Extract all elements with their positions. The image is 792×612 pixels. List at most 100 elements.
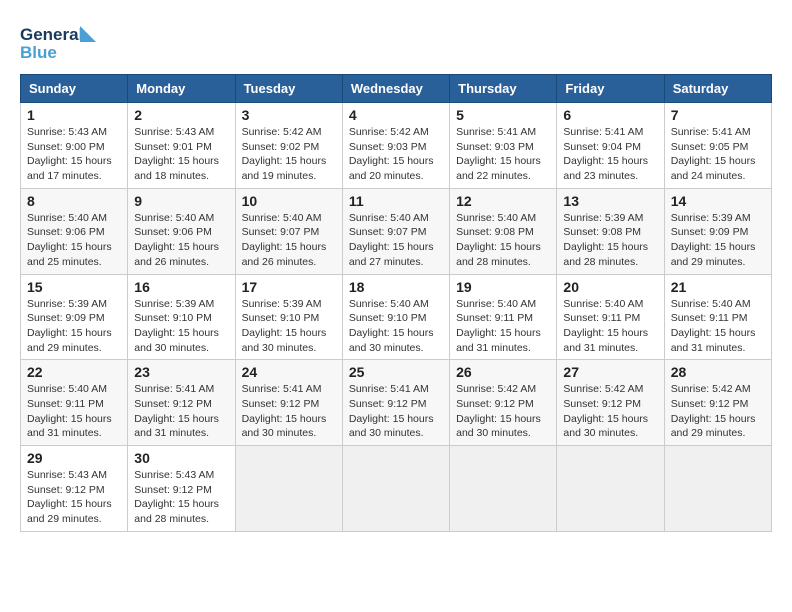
day-number: 7 [671,107,765,123]
day-info: Sunrise: 5:40 AMSunset: 9:11 PMDaylight:… [456,297,550,356]
day-number: 27 [563,364,657,380]
day-info: Sunrise: 5:39 AMSunset: 9:10 PMDaylight:… [134,297,228,356]
calendar-cell: 14 Sunrise: 5:39 AMSunset: 9:09 PMDayligh… [664,188,771,274]
day-info: Sunrise: 5:40 AMSunset: 9:11 PMDaylight:… [563,297,657,356]
calendar-week-row: 15 Sunrise: 5:39 AMSunset: 9:09 PMDayligh… [21,274,772,360]
calendar-cell [342,446,449,532]
calendar-week-row: 29 Sunrise: 5:43 AMSunset: 9:12 PMDayligh… [21,446,772,532]
day-info: Sunrise: 5:41 AMSunset: 9:12 PMDaylight:… [134,382,228,441]
day-number: 5 [456,107,550,123]
day-number: 1 [27,107,121,123]
weekday-header-tuesday: Tuesday [235,75,342,103]
calendar-cell: 7 Sunrise: 5:41 AMSunset: 9:05 PMDaylight… [664,103,771,189]
calendar-week-row: 8 Sunrise: 5:40 AMSunset: 9:06 PMDaylight… [21,188,772,274]
weekday-header-sunday: Sunday [21,75,128,103]
day-info: Sunrise: 5:41 AMSunset: 9:05 PMDaylight:… [671,125,765,184]
day-number: 29 [27,450,121,466]
day-info: Sunrise: 5:41 AMSunset: 9:12 PMDaylight:… [242,382,336,441]
day-number: 11 [349,193,443,209]
day-info: Sunrise: 5:41 AMSunset: 9:03 PMDaylight:… [456,125,550,184]
calendar-cell [557,446,664,532]
day-info: Sunrise: 5:43 AMSunset: 9:12 PMDaylight:… [27,468,121,527]
calendar-cell: 30 Sunrise: 5:43 AMSunset: 9:12 PMDayligh… [128,446,235,532]
weekday-header-saturday: Saturday [664,75,771,103]
calendar-cell: 11 Sunrise: 5:40 AMSunset: 9:07 PMDayligh… [342,188,449,274]
calendar-cell: 22 Sunrise: 5:40 AMSunset: 9:11 PMDayligh… [21,360,128,446]
day-number: 15 [27,279,121,295]
calendar-cell: 8 Sunrise: 5:40 AMSunset: 9:06 PMDaylight… [21,188,128,274]
svg-text:Blue: Blue [20,43,57,62]
day-info: Sunrise: 5:39 AMSunset: 9:09 PMDaylight:… [671,211,765,270]
weekday-header-thursday: Thursday [450,75,557,103]
calendar-cell: 12 Sunrise: 5:40 AMSunset: 9:08 PMDayligh… [450,188,557,274]
day-number: 6 [563,107,657,123]
weekday-header-monday: Monday [128,75,235,103]
day-info: Sunrise: 5:42 AMSunset: 9:12 PMDaylight:… [671,382,765,441]
day-info: Sunrise: 5:42 AMSunset: 9:12 PMDaylight:… [563,382,657,441]
day-number: 28 [671,364,765,380]
day-number: 23 [134,364,228,380]
svg-text:General: General [20,25,83,44]
day-number: 25 [349,364,443,380]
calendar-cell: 10 Sunrise: 5:40 AMSunset: 9:07 PMDayligh… [235,188,342,274]
calendar-cell: 25 Sunrise: 5:41 AMSunset: 9:12 PMDayligh… [342,360,449,446]
day-info: Sunrise: 5:40 AMSunset: 9:06 PMDaylight:… [134,211,228,270]
calendar-cell: 16 Sunrise: 5:39 AMSunset: 9:10 PMDayligh… [128,274,235,360]
calendar-cell: 2Sunrise: 5:43 AMSunset: 9:01 PMDaylight… [128,103,235,189]
day-number: 16 [134,279,228,295]
calendar-cell: 26 Sunrise: 5:42 AMSunset: 9:12 PMDayligh… [450,360,557,446]
day-number: 26 [456,364,550,380]
calendar-cell: 4Sunrise: 5:42 AMSunset: 9:03 PMDaylight… [342,103,449,189]
calendar-cell: 17 Sunrise: 5:39 AMSunset: 9:10 PMDayligh… [235,274,342,360]
day-info: Sunrise: 5:40 AMSunset: 9:08 PMDaylight:… [456,211,550,270]
calendar-cell: 21 Sunrise: 5:40 AMSunset: 9:11 PMDayligh… [664,274,771,360]
day-number: 17 [242,279,336,295]
calendar-cell: 1Sunrise: 5:43 AMSunset: 9:00 PMDaylight… [21,103,128,189]
day-number: 18 [349,279,443,295]
day-number: 21 [671,279,765,295]
day-info: Sunrise: 5:42 AMSunset: 9:03 PMDaylight:… [349,125,443,184]
calendar-cell: 9Sunrise: 5:40 AMSunset: 9:06 PMDaylight… [128,188,235,274]
day-info: Sunrise: 5:40 AMSunset: 9:11 PMDaylight:… [27,382,121,441]
calendar-cell: 27 Sunrise: 5:42 AMSunset: 9:12 PMDayligh… [557,360,664,446]
calendar-cell: 28 Sunrise: 5:42 AMSunset: 9:12 PMDayligh… [664,360,771,446]
day-info: Sunrise: 5:42 AMSunset: 9:12 PMDaylight:… [456,382,550,441]
calendar-cell [664,446,771,532]
day-number: 30 [134,450,228,466]
day-info: Sunrise: 5:43 AMSunset: 9:01 PMDaylight:… [134,125,228,184]
day-number: 20 [563,279,657,295]
day-info: Sunrise: 5:40 AMSunset: 9:07 PMDaylight:… [242,211,336,270]
calendar-cell: 5 Sunrise: 5:41 AMSunset: 9:03 PMDaylight… [450,103,557,189]
calendar-cell: 29 Sunrise: 5:43 AMSunset: 9:12 PMDayligh… [21,446,128,532]
calendar-cell: 13Sunrise: 5:39 AMSunset: 9:08 PMDayligh… [557,188,664,274]
day-number: 12 [456,193,550,209]
day-info: Sunrise: 5:41 AMSunset: 9:04 PMDaylight:… [563,125,657,184]
calendar-table: SundayMondayTuesdayWednesdayThursdayFrid… [20,74,772,532]
day-info: Sunrise: 5:40 AMSunset: 9:11 PMDaylight:… [671,297,765,356]
day-number: 22 [27,364,121,380]
calendar-cell: 20 Sunrise: 5:40 AMSunset: 9:11 PMDayligh… [557,274,664,360]
calendar-cell [450,446,557,532]
page-header: GeneralBlue [20,20,772,64]
weekday-header-row: SundayMondayTuesdayWednesdayThursdayFrid… [21,75,772,103]
calendar-week-row: 22 Sunrise: 5:40 AMSunset: 9:11 PMDayligh… [21,360,772,446]
calendar-cell: 3Sunrise: 5:42 AMSunset: 9:02 PMDaylight… [235,103,342,189]
day-number: 14 [671,193,765,209]
calendar-cell: 15 Sunrise: 5:39 AMSunset: 9:09 PMDayligh… [21,274,128,360]
day-info: Sunrise: 5:40 AMSunset: 9:10 PMDaylight:… [349,297,443,356]
calendar-cell: 23 Sunrise: 5:41 AMSunset: 9:12 PMDayligh… [128,360,235,446]
weekday-header-friday: Friday [557,75,664,103]
day-number: 24 [242,364,336,380]
day-info: Sunrise: 5:41 AMSunset: 9:12 PMDaylight:… [349,382,443,441]
calendar-cell: 24 Sunrise: 5:41 AMSunset: 9:12 PMDayligh… [235,360,342,446]
day-info: Sunrise: 5:39 AMSunset: 9:09 PMDaylight:… [27,297,121,356]
day-info: Sunrise: 5:40 AMSunset: 9:06 PMDaylight:… [27,211,121,270]
day-number: 8 [27,193,121,209]
day-number: 19 [456,279,550,295]
day-number: 3 [242,107,336,123]
day-info: Sunrise: 5:39 AMSunset: 9:10 PMDaylight:… [242,297,336,356]
day-info: Sunrise: 5:43 AMSunset: 9:12 PMDaylight:… [134,468,228,527]
logo: GeneralBlue [20,20,100,64]
day-info: Sunrise: 5:40 AMSunset: 9:07 PMDaylight:… [349,211,443,270]
day-number: 10 [242,193,336,209]
